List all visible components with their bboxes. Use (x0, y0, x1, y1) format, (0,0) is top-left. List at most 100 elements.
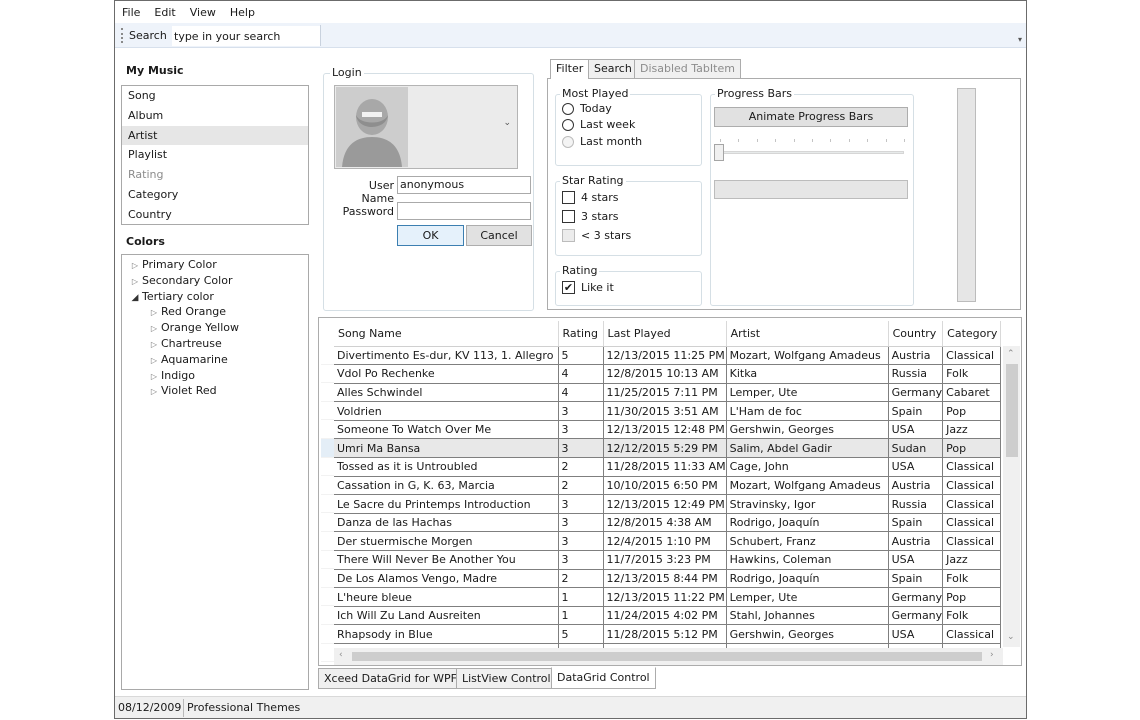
my-music-item[interactable]: Song (122, 86, 308, 106)
table-cell[interactable]: 5 (558, 624, 604, 644)
ok-button[interactable]: OK (397, 225, 464, 246)
table-cell[interactable]: Lemper, Ute (726, 383, 889, 403)
radio-today[interactable] (562, 103, 574, 115)
table-cell[interactable]: 12/13/2015 11:25 PM (603, 346, 727, 366)
row-header[interactable] (321, 588, 334, 607)
scroll-right-icon[interactable]: › (990, 650, 994, 660)
table-cell[interactable]: 11/24/2015 4:02 PM (603, 606, 727, 626)
vertical-scroll-thumb[interactable] (1006, 364, 1018, 457)
row-header[interactable] (321, 420, 334, 439)
password-field[interactable] (397, 202, 531, 220)
my-music-item[interactable]: Category (122, 185, 308, 205)
column-header[interactable]: Rating (558, 321, 604, 347)
table-row[interactable]: Rhapsody in Blue 5 11/28/2015 5:12 PM Gersh… (334, 624, 1002, 644)
table-cell[interactable]: Classical (942, 531, 1002, 552)
table-cell[interactable]: Sudan (888, 438, 944, 459)
tab-filter[interactable]: Filter (550, 59, 590, 80)
radio-last-week[interactable] (562, 119, 574, 131)
table-cell[interactable]: Folk (942, 569, 1002, 589)
row-header[interactable] (321, 476, 334, 495)
table-cell[interactable]: 12/8/2015 10:13 AM (603, 364, 727, 384)
row-header[interactable] (321, 513, 334, 532)
table-row[interactable]: Tossed as it is Untroubled 2 11/28/2015 11… (334, 457, 1002, 477)
row-header[interactable] (321, 551, 334, 570)
table-cell[interactable]: Danza de las Hachas (334, 513, 559, 533)
row-header[interactable] (321, 532, 334, 551)
tab-xceed-datagrid[interactable]: Xceed DataGrid for WPF (318, 668, 463, 689)
collapsed-arrow-icon[interactable]: ▷ (149, 305, 159, 321)
vertical-scrollbar[interactable]: ⌃ ⌄ (1003, 346, 1020, 647)
table-cell[interactable]: 5 (558, 346, 604, 366)
table-cell[interactable]: 11/7/2015 3:23 PM (603, 550, 727, 570)
table-row[interactable]: Umri Ma Bansa 3 12/12/2015 5:29 PM Salim, A… (334, 438, 1002, 459)
table-cell[interactable]: Pop (942, 587, 1002, 607)
avatar-combo[interactable]: ⌄ (334, 85, 518, 169)
table-cell[interactable]: Jazz (942, 550, 1002, 570)
expanded-arrow-icon[interactable]: ◢ (130, 291, 140, 307)
table-row[interactable]: L'heure bleue 1 12/13/2015 11:22 PM Lemper,… (334, 587, 1002, 607)
table-cell[interactable]: 3 (558, 438, 604, 459)
table-cell[interactable]: Folk (942, 364, 1002, 384)
table-row[interactable]: There Will Never Be Another You 3 11/7/201… (334, 550, 1002, 570)
table-cell[interactable]: 3 (558, 494, 604, 514)
row-header[interactable] (321, 346, 334, 365)
table-cell[interactable]: Austria (888, 531, 944, 552)
table-cell[interactable]: Le Sacre du Printemps Introduction (334, 494, 559, 514)
table-cell[interactable]: Folk (942, 606, 1002, 626)
row-header[interactable] (321, 644, 334, 663)
table-row[interactable]: Divertimento Es-dur, KV 113, 1. Allegro 5… (334, 346, 1002, 366)
table-cell[interactable]: Russia (888, 364, 944, 384)
horizontal-scroll-thumb[interactable] (352, 652, 982, 661)
collapsed-arrow-icon[interactable]: ▷ (149, 384, 159, 400)
row-header[interactable] (321, 365, 334, 384)
table-row[interactable]: Ich Will Zu Land Ausreiten 1 11/24/2015 4:… (334, 606, 1002, 626)
table-cell[interactable]: Lemper, Ute (726, 587, 889, 607)
table-cell[interactable]: Ich Will Zu Land Ausreiten (334, 606, 559, 626)
slider-thumb[interactable] (714, 144, 724, 161)
table-cell[interactable]: Russia (888, 494, 944, 514)
tree-item[interactable]: ▷ Orange Yellow (122, 320, 308, 336)
chevron-down-icon[interactable]: ⌄ (503, 118, 511, 128)
table-cell[interactable]: 1 (558, 587, 604, 607)
table-cell[interactable]: Spain (888, 513, 944, 533)
scroll-down-icon[interactable]: ⌄ (1007, 632, 1015, 642)
table-cell[interactable]: 11/28/2015 11:33 AM (603, 457, 727, 477)
table-cell[interactable]: 11/30/2015 3:51 AM (603, 401, 727, 421)
tab-datagrid-control[interactable]: DataGrid Control (551, 667, 656, 689)
table-row[interactable]: Vdol Po Rechenke 4 12/8/2015 10:13 AM Kitka… (334, 364, 1002, 384)
table-cell[interactable]: 3 (558, 513, 604, 533)
menu-view[interactable]: View (190, 6, 216, 19)
scroll-left-icon[interactable]: ‹ (339, 650, 343, 660)
table-row[interactable]: Der stuermische Morgen 3 12/4/2015 1:10 PM… (334, 531, 1002, 552)
my-music-item[interactable]: Country (122, 205, 308, 225)
horizontal-scrollbar[interactable]: ‹ › (334, 648, 1003, 665)
table-cell[interactable]: Classical (942, 346, 1002, 366)
table-cell[interactable]: 12/13/2015 12:48 PM (603, 420, 727, 440)
column-header[interactable]: Song Name (334, 321, 559, 347)
table-cell[interactable]: 2 (558, 476, 604, 496)
table-cell[interactable]: Vdol Po Rechenke (334, 364, 559, 384)
search-input[interactable] (172, 26, 320, 46)
tree-item[interactable]: ▷ Chartreuse (122, 336, 308, 352)
column-header[interactable]: Category (942, 321, 1002, 347)
table-row[interactable]: Voldrien 3 11/30/2015 3:51 AM L'Ham de foc S… (334, 401, 1002, 421)
tree-item[interactable]: ▷ Indigo (122, 368, 308, 384)
column-header[interactable]: Last Played (603, 321, 727, 347)
row-header[interactable] (321, 458, 334, 477)
scroll-up-icon[interactable]: ⌃ (1007, 349, 1015, 359)
table-cell[interactable]: Pop (942, 438, 1002, 459)
table-cell[interactable]: 12/8/2015 4:38 AM (603, 513, 727, 533)
table-cell[interactable]: Germany (888, 587, 944, 607)
row-header[interactable] (321, 383, 334, 402)
tree-item[interactable]: ◢ Tertiary color (122, 289, 308, 305)
tree-item[interactable]: ▷ Secondary Color (122, 273, 308, 289)
table-cell[interactable]: 12/12/2015 5:29 PM (603, 438, 727, 459)
check-4-stars[interactable] (562, 191, 575, 204)
tab-listview-control[interactable]: ListView Control (456, 668, 557, 689)
table-cell[interactable]: 10/10/2015 6:50 PM (603, 476, 727, 496)
collapsed-arrow-icon[interactable]: ▷ (149, 353, 159, 369)
row-header[interactable] (321, 402, 334, 421)
table-cell[interactable]: USA (888, 624, 944, 644)
table-cell[interactable]: Rhapsody in Blue (334, 624, 559, 644)
table-cell[interactable]: Mozart, Wolfgang Amadeus (726, 476, 889, 496)
